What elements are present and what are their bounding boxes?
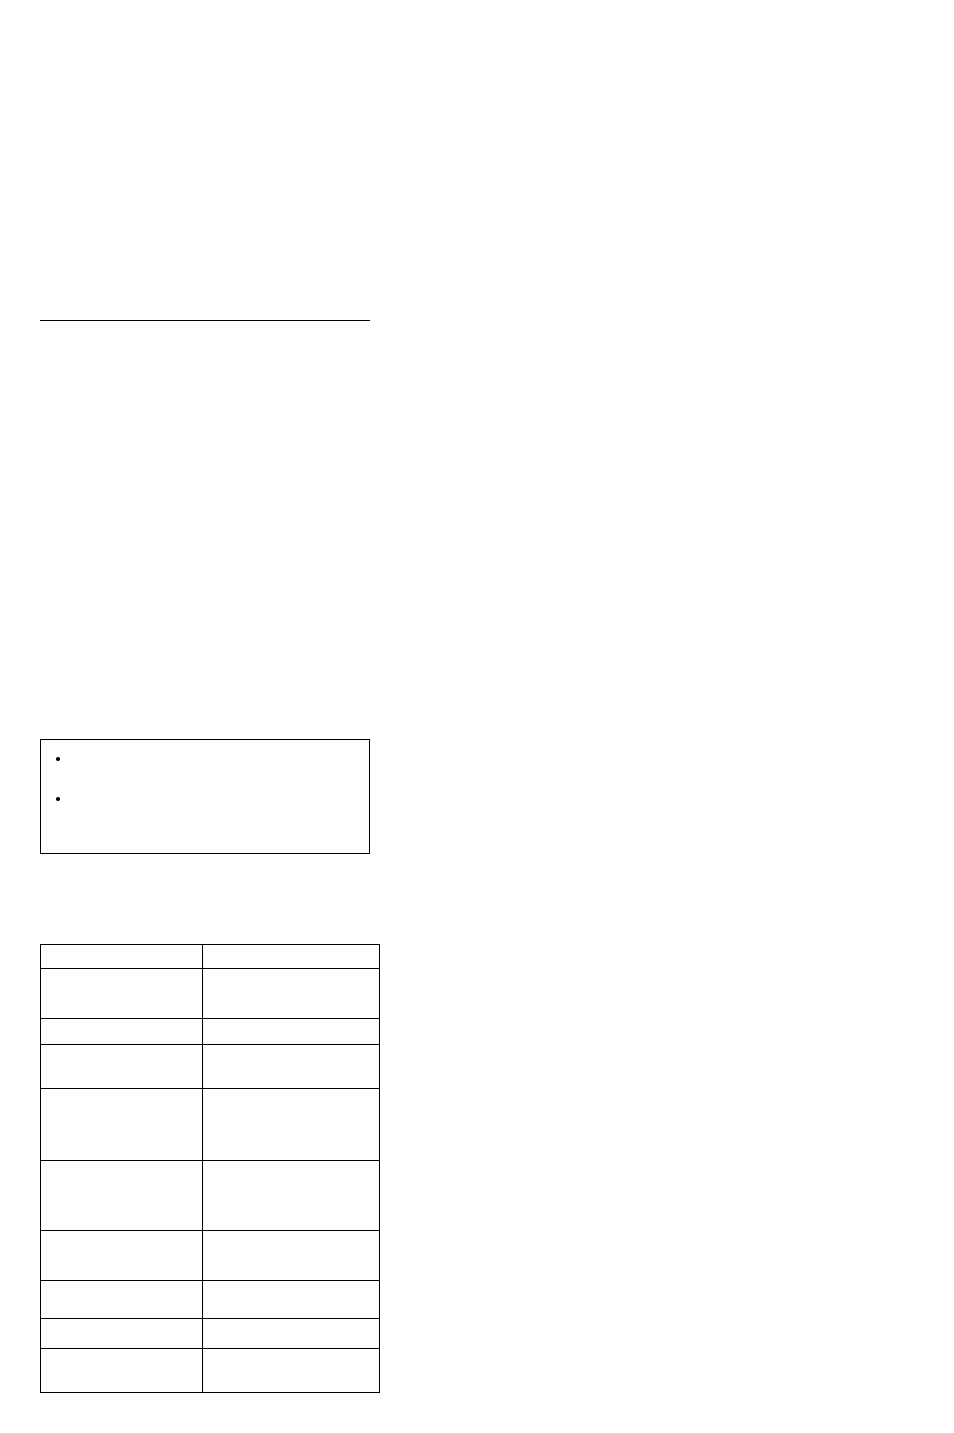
table-cell xyxy=(41,1019,203,1045)
table-row xyxy=(41,1019,380,1045)
legend-box xyxy=(40,739,370,854)
table-cell xyxy=(202,969,379,1019)
table-row xyxy=(41,945,380,969)
table-cell xyxy=(41,1089,203,1161)
table-cell xyxy=(202,945,379,969)
table-cell xyxy=(41,1349,203,1393)
table-cell xyxy=(41,1161,203,1231)
table-cell xyxy=(41,969,203,1019)
table-row xyxy=(41,1349,380,1393)
table-cell xyxy=(41,945,203,969)
table-cell xyxy=(202,1019,379,1045)
table-row xyxy=(41,1161,380,1231)
table-row xyxy=(41,969,380,1019)
table-row xyxy=(41,1319,380,1349)
horizontal-rule xyxy=(40,320,370,321)
table-cell xyxy=(41,1045,203,1089)
table-cell xyxy=(41,1281,203,1319)
table-cell xyxy=(202,1319,379,1349)
table-row xyxy=(41,1231,380,1281)
page-content xyxy=(0,0,954,1433)
table-cell xyxy=(202,1045,379,1089)
table-cell xyxy=(41,1231,203,1281)
legend-item xyxy=(71,790,361,830)
table-cell xyxy=(202,1349,379,1393)
table-row xyxy=(41,1045,380,1089)
table-cell xyxy=(202,1231,379,1281)
legend-item xyxy=(71,750,361,790)
table-row xyxy=(41,1281,380,1319)
table-cell xyxy=(41,1319,203,1349)
legend xyxy=(40,739,914,854)
legend-list xyxy=(47,750,361,830)
table-cell xyxy=(202,1089,379,1161)
table-row xyxy=(41,1089,380,1161)
table-cell xyxy=(202,1161,379,1231)
data-table xyxy=(40,944,380,1393)
table-cell xyxy=(202,1281,379,1319)
table-container xyxy=(40,944,380,1393)
